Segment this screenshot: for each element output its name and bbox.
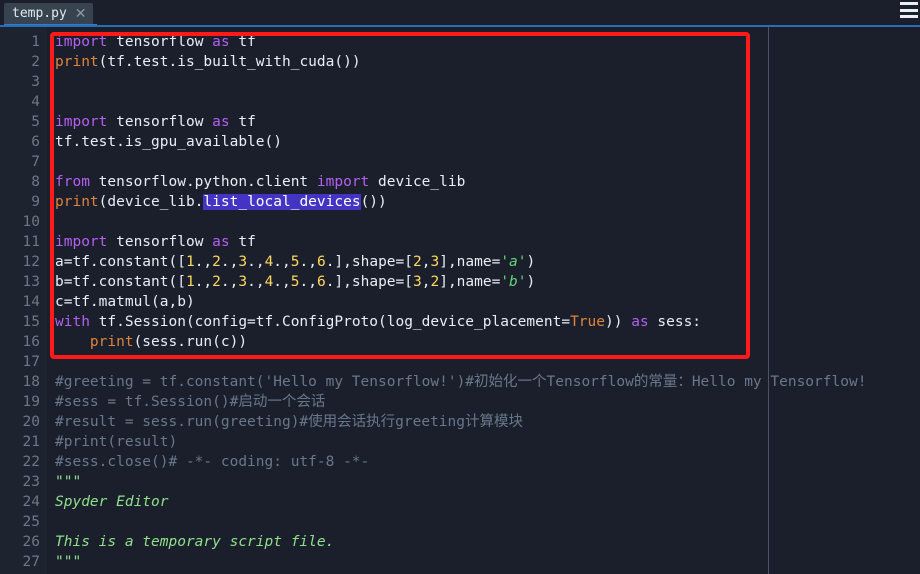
selected-text: list_local_devices [203,194,361,210]
hamburger-menu-icon[interactable] [900,2,918,18]
line-number: 21 [22,434,40,450]
line-number: 3 [31,74,40,90]
column-ruler [768,27,769,574]
line-number: 11 [22,234,40,250]
line-number: 2 [31,54,40,70]
code-line[interactable]: This is a temporary script file. [55,532,334,552]
tab-label: temp.py [12,6,67,21]
line-number: 6 [31,134,40,150]
code-line[interactable]: """ [55,472,81,492]
line-number: 22 [22,454,40,470]
code-line[interactable]: """ [55,552,81,572]
code-line[interactable]: import tensorflow as tf [55,32,256,52]
spyder-editor-window: temp.py ✕ 1 2 3 4 5 6 7 8 9 10 11 12 13 14 15 16 17 18 19 2… [0,0,920,574]
code-line[interactable]: print(device_lib.list_local_devices()) [55,192,387,212]
line-number: 14 [22,294,40,310]
hamburger-bar-2 [900,8,918,12]
code-line[interactable]: #result = sess.run(greeting)#使用会话执行greet… [55,412,523,432]
line-number: 23 [22,474,40,490]
code-line[interactable]: import tensorflow as tf [55,112,256,132]
code-line[interactable]: from tensorflow.python.client import dev… [55,172,465,192]
code-line[interactable]: with tf.Session(config=tf.ConfigProto(lo… [55,312,701,332]
line-number: 12 [22,254,40,270]
line-number: 1 [31,34,40,50]
code-line[interactable]: import tensorflow as tf [55,232,256,252]
line-number: 27 [22,554,40,570]
code-line[interactable]: #sess = tf.Session()#启动一个会话 [55,392,325,412]
code-line[interactable]: Spyder Editor [55,492,169,512]
line-number: 19 [22,394,40,410]
code-line[interactable]: tf.test.is_gpu_available() [55,132,282,152]
close-icon[interactable]: ✕ [75,7,87,21]
line-number-gutter: 1 2 3 4 5 6 7 8 9 10 11 12 13 14 15 16 17 18 19 20 21 22 23 24 2… [0,27,47,574]
code-line[interactable]: print(sess.run(c)) [55,332,247,352]
code-line[interactable]: b=tf.constant([1.,2.,3.,4.,5.,6.],shape=… [55,272,535,292]
code-area[interactable]: import tensorflow as tf print(tf.test.is_… [47,27,920,574]
code-line[interactable]: #sess.close()# -*- coding: utf-8 -*- [55,452,369,472]
line-number: 24 [22,494,40,510]
line-number: 13 [22,274,40,290]
line-number: 20 [22,414,40,430]
line-number: 5 [31,114,40,130]
line-number: 25 [22,514,40,530]
editor-tab-bar: temp.py ✕ [0,0,920,24]
code-line[interactable]: c=tf.matmul(a,b) [55,292,195,312]
hamburger-bar-1 [900,2,918,5]
code-line[interactable]: print(tf.test.is_built_with_cuda()) [55,52,361,72]
line-number: 26 [22,534,40,550]
line-number: 8 [31,174,40,190]
tab-temp-py[interactable]: temp.py ✕ [4,3,93,24]
code-line[interactable]: #greeting = tf.constant('Hello my Tensor… [55,372,866,392]
line-number: 16 [22,334,40,350]
line-number: 7 [31,154,40,170]
code-line[interactable]: a=tf.constant([1.,2.,3.,4.,5.,6.],shape=… [55,252,535,272]
hamburger-bar-3 [900,15,918,18]
line-number: 10 [22,214,40,230]
line-number: 17 [22,354,40,370]
line-number: 18 [22,374,40,390]
code-editor[interactable]: 1 2 3 4 5 6 7 8 9 10 11 12 13 14 15 16 17 18 19 20 21 22 23 24 2… [0,27,920,574]
line-number: 9 [31,194,40,210]
line-number: 15 [22,314,40,330]
code-line[interactable]: #print(result) [55,432,177,452]
line-number: 4 [31,94,40,110]
